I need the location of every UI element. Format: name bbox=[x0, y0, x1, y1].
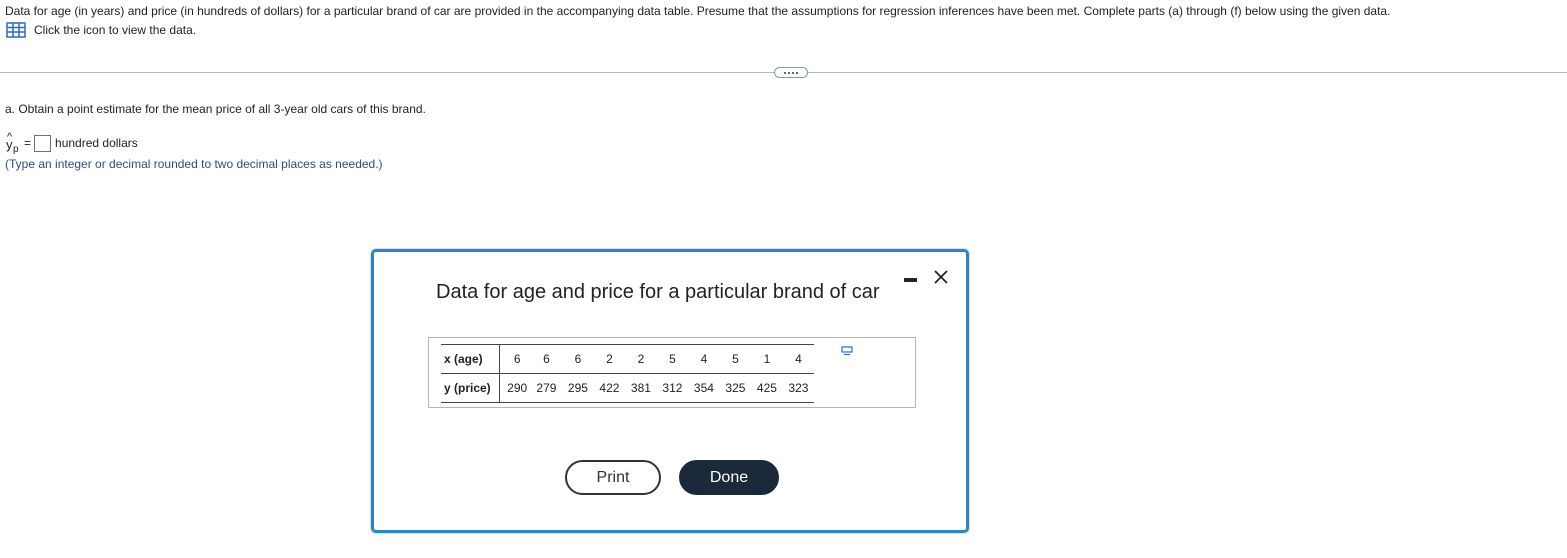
x-cell: 2 bbox=[593, 344, 626, 374]
x-cell: 1 bbox=[751, 344, 783, 374]
y-cell: 323 bbox=[788, 381, 809, 395]
x-cell: 4 bbox=[782, 344, 815, 374]
dot-icon bbox=[784, 71, 786, 74]
x-cell: 6 bbox=[562, 344, 594, 374]
dot-icon bbox=[788, 71, 790, 74]
y-cell: 354 bbox=[693, 381, 714, 395]
x-row: x (age) 6 6 6 2 2 5 4 5 1 4 bbox=[441, 344, 815, 374]
y-row-header: y (price) bbox=[441, 373, 500, 403]
x-cell: 2 bbox=[625, 344, 657, 374]
dialog-title: Data for age and price for a particular … bbox=[436, 281, 880, 303]
p-subscript: p bbox=[13, 144, 19, 155]
view-data-label[interactable]: Click the icon to view the data. bbox=[34, 22, 196, 38]
print-button[interactable]: Print bbox=[565, 460, 661, 495]
y-row: y (price) 290 279 295 422 381 312 354 32… bbox=[441, 373, 815, 403]
y-cell: 312 bbox=[662, 381, 683, 395]
view-data-link[interactable]: Click the icon to view the data. bbox=[6, 22, 196, 38]
copy-table-icon[interactable] bbox=[841, 346, 853, 356]
x-cell: 6 bbox=[499, 344, 531, 374]
y-cell: 425 bbox=[756, 381, 777, 395]
y-cell: 325 bbox=[725, 381, 746, 395]
data-table-container: x (age) 6 6 6 2 2 5 4 5 1 4 y (price) 29… bbox=[428, 337, 916, 408]
x-cell: 5 bbox=[656, 344, 689, 374]
data-dialog: Data for age and price for a particular … bbox=[371, 249, 969, 533]
y-cell: 381 bbox=[630, 381, 651, 395]
x-cell: 6 bbox=[530, 344, 563, 374]
y-cell: 295 bbox=[567, 381, 588, 395]
part-a-prompt: a. Obtain a point estimate for the mean … bbox=[5, 102, 426, 116]
answer-row: ^ y p = hundred dollars bbox=[6, 131, 138, 155]
done-button[interactable]: Done bbox=[679, 460, 779, 495]
close-icon[interactable] bbox=[932, 268, 950, 286]
y-hat-symbol: ^ y p bbox=[6, 131, 22, 155]
y-letter: y bbox=[6, 137, 13, 152]
x-cell: 5 bbox=[719, 344, 752, 374]
dot-icon bbox=[796, 71, 798, 74]
y-cell: 279 bbox=[536, 381, 557, 395]
data-table-icon[interactable] bbox=[6, 22, 26, 38]
problem-statement: Data for age (in years) and price (in hu… bbox=[5, 4, 1391, 18]
answer-hint: (Type an integer or decimal rounded to t… bbox=[5, 157, 383, 171]
answer-input[interactable] bbox=[34, 134, 52, 152]
expand-more-button[interactable] bbox=[774, 67, 808, 78]
equals-sign: = bbox=[24, 136, 32, 150]
dot-icon bbox=[792, 71, 794, 74]
minimize-icon[interactable] bbox=[904, 274, 918, 284]
x-cell: 4 bbox=[688, 344, 720, 374]
unit-label: hundred dollars bbox=[55, 136, 138, 150]
y-cell: 422 bbox=[599, 381, 620, 395]
data-table: x (age) 6 6 6 2 2 5 4 5 1 4 y (price) 29… bbox=[441, 344, 815, 403]
y-cell: 290 bbox=[507, 381, 528, 395]
x-row-header: x (age) bbox=[441, 344, 500, 374]
